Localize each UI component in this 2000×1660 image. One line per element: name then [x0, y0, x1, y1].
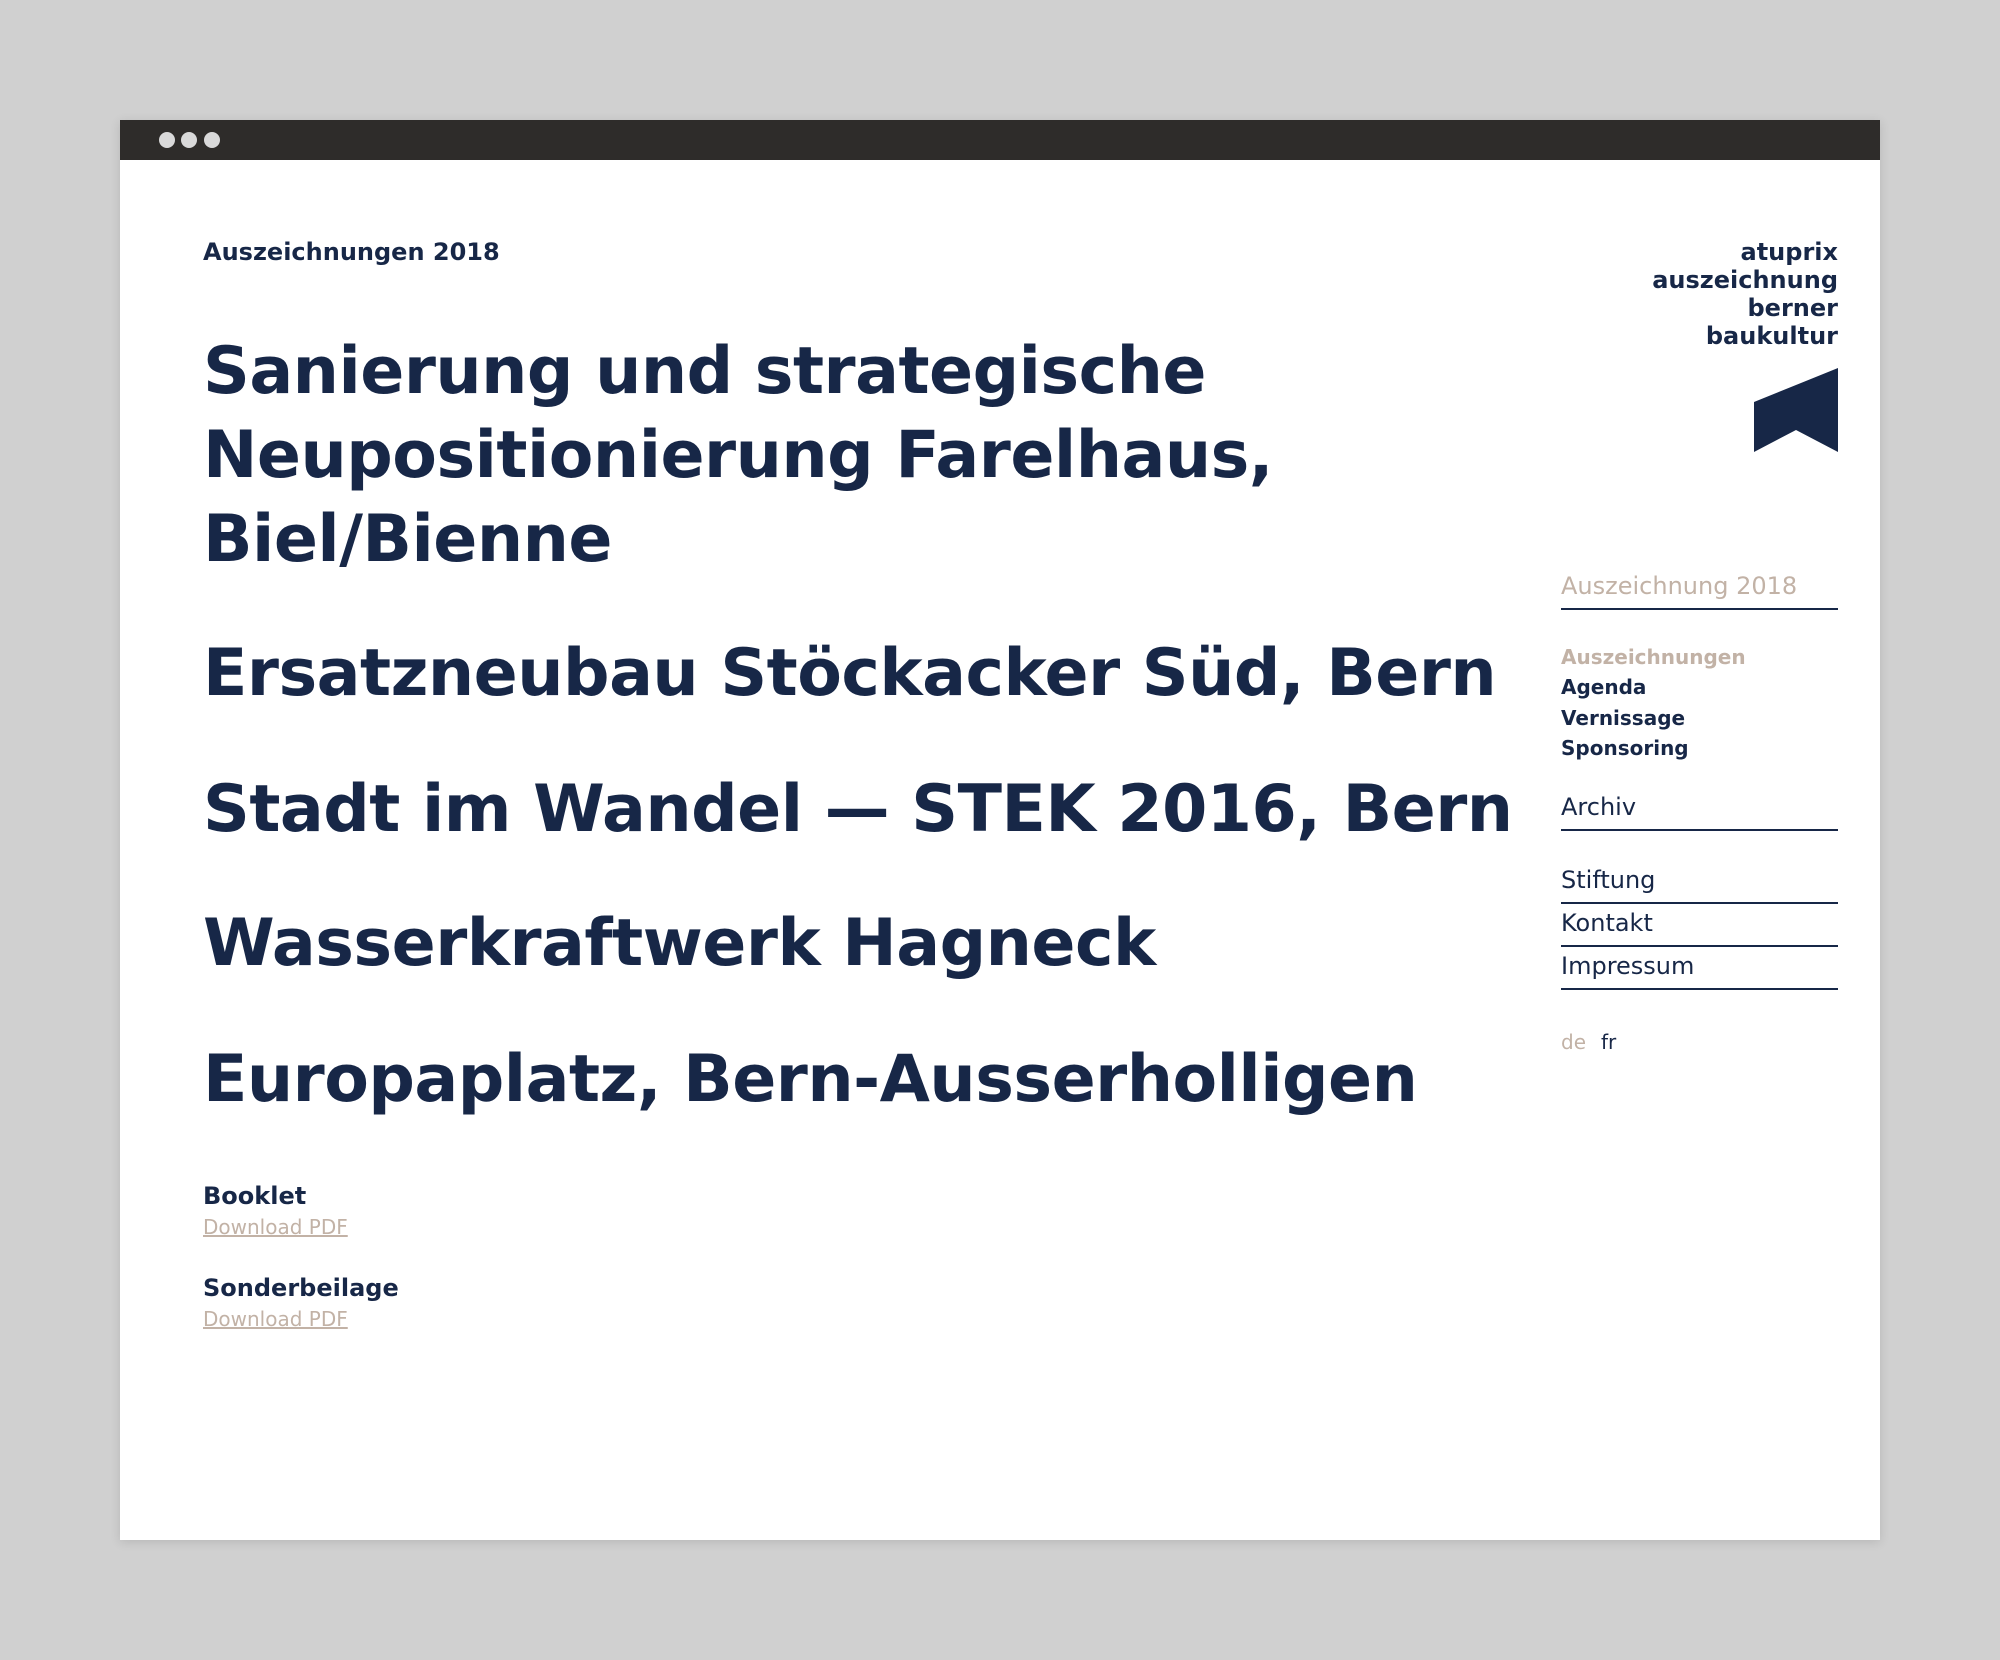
nav-item-auszeichnungen[interactable]: Auszeichnungen [1561, 645, 1746, 669]
project-title[interactable]: Wasserkraftwerk Hagneck [203, 902, 1156, 986]
nav-section-auszeichnung-2018[interactable]: Auszeichnung 2018 [1561, 572, 1797, 600]
window-dot-icon[interactable] [181, 132, 197, 148]
project-title[interactable]: Sanierung und strategische Neupositionie… [203, 330, 1274, 582]
booklet-label: Booklet [203, 1182, 307, 1210]
project-title[interactable]: Europaplatz, Bern-Ausserholligen [203, 1038, 1418, 1122]
language-fr[interactable]: fr [1601, 1030, 1616, 1054]
nav-item-sponsoring[interactable]: Sponsoring [1561, 736, 1689, 760]
nav-divider [1561, 829, 1838, 831]
project-title-line: Biel/Bienne [203, 502, 612, 577]
nav-item-vernissage[interactable]: Vernissage [1561, 706, 1685, 730]
nav-divider [1561, 945, 1838, 947]
nav-item-kontakt[interactable]: Kontakt [1561, 909, 1653, 937]
browser-window: Auszeichnungen 2018 Sanierung und strate… [120, 120, 1880, 1540]
project-title-line: Wasserkraftwerk Hagneck [203, 906, 1156, 981]
nav-item-stiftung[interactable]: Stiftung [1561, 866, 1655, 894]
project-title-line: Neupositionierung Farelhaus, [203, 418, 1274, 493]
booklet-download-link[interactable]: Download PDF [203, 1215, 348, 1239]
logo-line: auszeichnung [1652, 266, 1838, 294]
logo-line: atuprix [1740, 238, 1838, 266]
project-title-line: Ersatzneubau Stöckacker Süd, Bern [203, 636, 1497, 711]
site-logo-wordmark[interactable]: atuprix auszeichnung berner baukultur [1652, 238, 1838, 350]
language-de[interactable]: de [1561, 1030, 1586, 1054]
project-title-line: Stadt im Wandel — STEK 2016, Bern [203, 772, 1513, 847]
sonderbeilage-label: Sonderbeilage [203, 1274, 399, 1302]
page-kicker: Auszeichnungen 2018 [203, 238, 500, 266]
nav-item-impressum[interactable]: Impressum [1561, 952, 1694, 980]
browser-titlebar [120, 120, 1880, 160]
project-title[interactable]: Stadt im Wandel — STEK 2016, Bern [203, 768, 1513, 852]
logo-line: baukultur [1705, 322, 1838, 350]
project-title-line: Sanierung und strategische [203, 334, 1207, 409]
sonderbeilage-download-link[interactable]: Download PDF [203, 1307, 348, 1331]
window-dot-icon[interactable] [159, 132, 175, 148]
nav-divider [1561, 988, 1838, 990]
nav-item-agenda[interactable]: Agenda [1561, 675, 1646, 699]
nav-item-archiv[interactable]: Archiv [1561, 793, 1636, 821]
project-title-line: Europaplatz, Bern-Ausserholligen [203, 1042, 1418, 1117]
flag-mark-icon[interactable] [1754, 368, 1838, 452]
nav-divider [1561, 902, 1838, 904]
project-title[interactable]: Ersatzneubau Stöckacker Süd, Bern [203, 632, 1497, 716]
logo-line: berner [1747, 294, 1839, 322]
window-dot-icon[interactable] [204, 132, 220, 148]
nav-divider [1561, 608, 1838, 610]
